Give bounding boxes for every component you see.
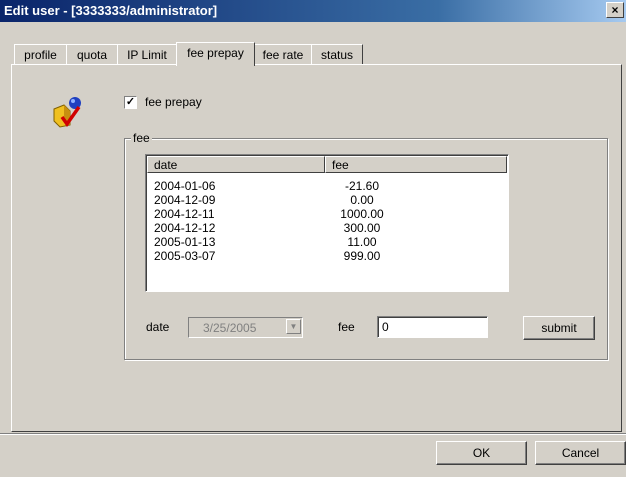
fee-prepay-checkbox[interactable]: ✓ (124, 96, 137, 109)
tab-status[interactable]: status (311, 44, 363, 65)
title-bar[interactable]: Edit user - [3333333/administrator] × (0, 0, 626, 22)
row-fee: 11.00 (347, 235, 377, 249)
list-header: date fee (147, 156, 507, 174)
row-date: 2005-01-13 (154, 235, 216, 249)
row-date: 2005-03-07 (154, 249, 216, 263)
user-edit-icon (53, 97, 81, 128)
ok-button[interactable]: OK (436, 441, 527, 465)
close-icon[interactable]: × (606, 2, 624, 18)
row-fee: 1000.00 (340, 207, 384, 221)
column-header-date[interactable]: date (147, 156, 325, 173)
date-label: date (146, 320, 170, 334)
chevron-down-icon: ▼ (286, 319, 301, 334)
tab-quota[interactable]: quota (66, 44, 118, 65)
date-picker: 3/25/2005 ▼ (188, 317, 303, 338)
row-fee: 0.00 (350, 193, 374, 207)
fee-group-legend: fee (131, 131, 152, 145)
cancel-button[interactable]: Cancel (535, 441, 626, 465)
tab-fee-prepay[interactable]: fee prepay (176, 42, 255, 66)
fee-input[interactable] (377, 316, 488, 338)
tab-profile[interactable]: profile (14, 44, 67, 65)
row-date: 2004-12-11 (154, 207, 215, 221)
row-date: 2004-12-09 (154, 193, 216, 207)
row-fee: 999.00 (343, 249, 381, 263)
window-title: Edit user - [3333333/administrator] (4, 3, 218, 18)
tab-ip-limit[interactable]: IP Limit (117, 44, 177, 65)
fee-label: fee (338, 320, 355, 334)
fee-prepay-label: fee prepay (145, 95, 202, 109)
row-fee: 300.00 (343, 221, 381, 235)
row-date: 2004-12-12 (154, 221, 216, 235)
row-date: 2004-01-06 (154, 179, 216, 193)
fee-list[interactable]: date fee 2004-01-06 -21.60 2004-12-09 0.… (145, 154, 509, 292)
date-value: 3/25/2005 (203, 321, 257, 335)
tab-fee-rate[interactable]: fee rate (254, 44, 312, 65)
submit-button[interactable]: submit (523, 316, 595, 340)
footer-divider (0, 433, 626, 435)
row-fee: -21.60 (344, 179, 380, 193)
column-header-fee[interactable]: fee (325, 156, 507, 173)
